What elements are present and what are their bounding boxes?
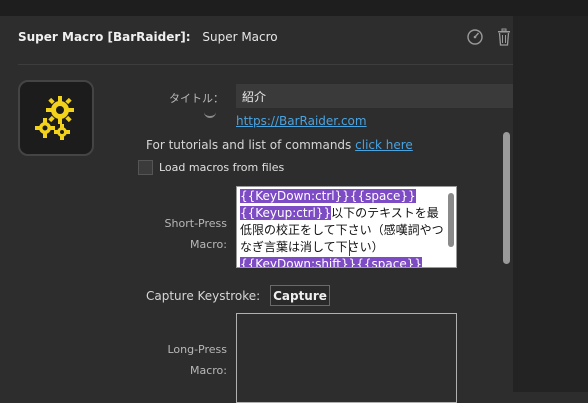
short-press-label-line1: Short-Press bbox=[164, 217, 227, 230]
long-press-label: Long-Press Macro: bbox=[140, 343, 227, 377]
header-actions bbox=[466, 28, 512, 46]
tutorials-link[interactable]: click here bbox=[355, 138, 413, 152]
macro-segment: {{Keyup:ctrl}} bbox=[240, 206, 332, 220]
short-press-macro-content: {{KeyDown:ctrl}}{{space}}{{Keyup:ctrl}}以… bbox=[238, 188, 446, 267]
gears-icon bbox=[35, 96, 74, 140]
trash-icon[interactable] bbox=[496, 28, 512, 46]
capture-keystroke-label: Capture Keystroke: bbox=[146, 289, 261, 303]
window-top-band bbox=[0, 0, 588, 16]
load-macros-label: Load macros from files bbox=[159, 161, 285, 174]
text-caret bbox=[349, 240, 350, 256]
right-empty-area bbox=[513, 16, 588, 392]
panel-scrollbar[interactable] bbox=[503, 132, 510, 264]
title-position-indicator bbox=[204, 104, 216, 118]
textarea-scrollbar[interactable] bbox=[448, 193, 454, 247]
load-macros-row: Load macros from files bbox=[138, 160, 284, 175]
tutorials-text: For tutorials and list of commands bbox=[146, 138, 352, 152]
action-header: Super Macro [BarRaider]: Super Macro bbox=[18, 30, 278, 44]
short-press-label: Short-Press Macro: bbox=[140, 217, 227, 251]
short-press-label-line2: Macro: bbox=[190, 238, 227, 251]
load-macros-checkbox[interactable] bbox=[138, 160, 153, 175]
header-divider bbox=[18, 64, 513, 65]
action-name: Super Macro bbox=[202, 30, 278, 44]
action-icon-tile[interactable] bbox=[18, 80, 94, 156]
barraider-link[interactable]: https://BarRaider.com bbox=[236, 114, 367, 128]
long-press-label-line1: Long-Press bbox=[167, 343, 227, 356]
short-press-macro-textarea[interactable]: {{KeyDown:ctrl}}{{space}}{{Keyup:ctrl}}以… bbox=[236, 186, 457, 268]
speedometer-icon[interactable] bbox=[466, 28, 484, 46]
long-press-macro-textarea[interactable] bbox=[236, 313, 457, 403]
plugin-name: Super Macro [BarRaider]: bbox=[18, 30, 191, 44]
long-press-label-line2: Macro: bbox=[190, 364, 227, 377]
macro-segment: {{KeyDown:ctrl}}{{space}} bbox=[240, 189, 416, 203]
tutorials-row: For tutorials and list of commands click… bbox=[146, 138, 413, 152]
macro-segment: {{KeyDown:shift}}{{space}} bbox=[240, 257, 422, 267]
title-input[interactable] bbox=[236, 84, 513, 108]
capture-button[interactable]: Capture bbox=[270, 285, 330, 306]
